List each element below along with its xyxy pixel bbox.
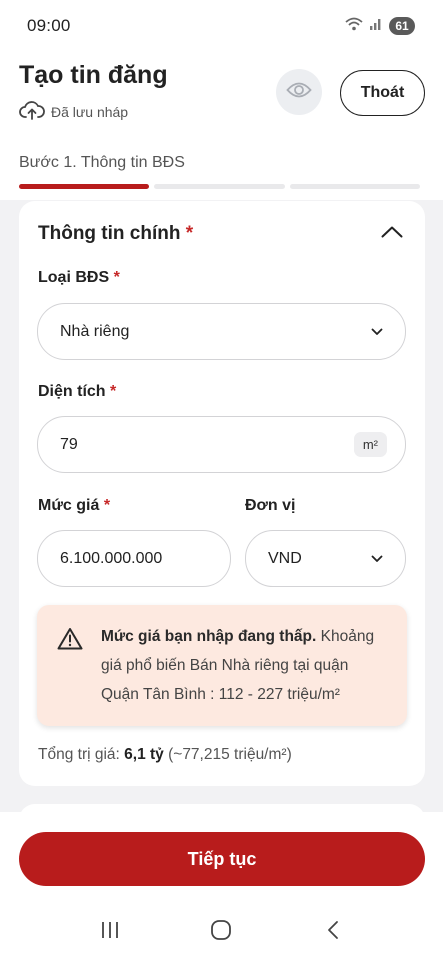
section-title-text: Thông tin chính [38, 223, 181, 244]
back-icon [326, 920, 340, 945]
warning-bold-text: Mức giá bạn nhập đang thấp. [101, 628, 317, 645]
total-value: Tổng trị giá: 6,1 tỷ (~77,215 triệu/m²) [38, 746, 292, 764]
main-info-card: Thông tin chính * Loại BĐS * Nhà riêng D… [19, 201, 425, 786]
property-type-label-text: Loại BĐS [38, 269, 110, 286]
battery-icon: 61 [389, 17, 415, 35]
navigation-bar [0, 905, 443, 960]
collapse-button[interactable] [379, 221, 405, 247]
wifi-icon [345, 17, 363, 36]
draft-status: Đã lưu nháp [19, 100, 128, 123]
progress-segment-3 [289, 184, 420, 189]
preview-button[interactable] [276, 69, 322, 115]
form-content[interactable]: Thông tin chính * Loại BĐS * Nhà riêng D… [0, 200, 443, 812]
warning-icon [57, 627, 83, 660]
total-amount: 6,1 tỷ [124, 746, 164, 763]
property-type-value: Nhà riêng [60, 322, 130, 340]
next-card-peek [19, 804, 425, 812]
eye-icon [286, 81, 312, 104]
status-bar: 09:00 61 [0, 0, 443, 52]
cloud-upload-icon [19, 100, 45, 123]
price-unit-label: Đơn vị [245, 497, 296, 514]
price-value: 6.100.000.000 [60, 549, 163, 567]
area-input[interactable]: 79 m² [37, 416, 406, 473]
chevron-down-icon [371, 328, 383, 336]
continue-button[interactable]: Tiếp tục [19, 832, 425, 886]
area-value: 79 [60, 435, 78, 453]
status-icons: 61 [345, 17, 415, 36]
price-label-text: Mức giá [38, 497, 100, 514]
recents-button[interactable] [90, 913, 130, 953]
price-unit-value: VND [268, 549, 302, 567]
exit-button[interactable]: Thoát [340, 70, 425, 116]
progress-segment-2 [154, 184, 285, 189]
draft-status-label: Đã lưu nháp [51, 103, 129, 120]
step-label: Bước 1. Thông tin BĐS [19, 154, 185, 171]
price-input[interactable]: 6.100.000.000 [37, 530, 231, 587]
required-mark: * [185, 223, 194, 244]
home-icon [210, 919, 232, 946]
required-mark: * [103, 497, 111, 514]
area-label-text: Diện tích [38, 383, 106, 400]
chevron-down-icon [371, 555, 383, 563]
home-button[interactable] [201, 913, 241, 953]
total-prefix: Tổng trị giá: [38, 746, 125, 763]
step-progress [19, 184, 420, 189]
back-button[interactable] [313, 913, 353, 953]
chevron-up-icon [381, 225, 403, 243]
status-time: 09:00 [27, 16, 71, 35]
signal-icon [369, 17, 383, 36]
total-suffix: (~77,215 triệu/m²) [163, 746, 292, 763]
price-unit-select[interactable]: VND [245, 530, 406, 587]
header: Tạo tin đăng Đã lưu nháp Thoát [0, 55, 443, 135]
required-mark: * [113, 269, 120, 286]
progress-segment-1 [19, 184, 150, 189]
section-title: Thông tin chính * [38, 223, 193, 245]
property-type-label: Loại BĐS * [38, 269, 120, 287]
property-type-select[interactable]: Nhà riêng [37, 303, 406, 360]
price-label: Mức giá * [38, 497, 110, 515]
area-unit-badge: m² [353, 432, 387, 457]
area-label: Diện tích * [38, 383, 116, 401]
price-warning: Mức giá bạn nhập đang thấp. Khoảng giá p… [37, 605, 407, 726]
page-title: Tạo tin đăng [19, 61, 168, 89]
recents-icon [100, 921, 120, 944]
required-mark: * [110, 383, 117, 400]
